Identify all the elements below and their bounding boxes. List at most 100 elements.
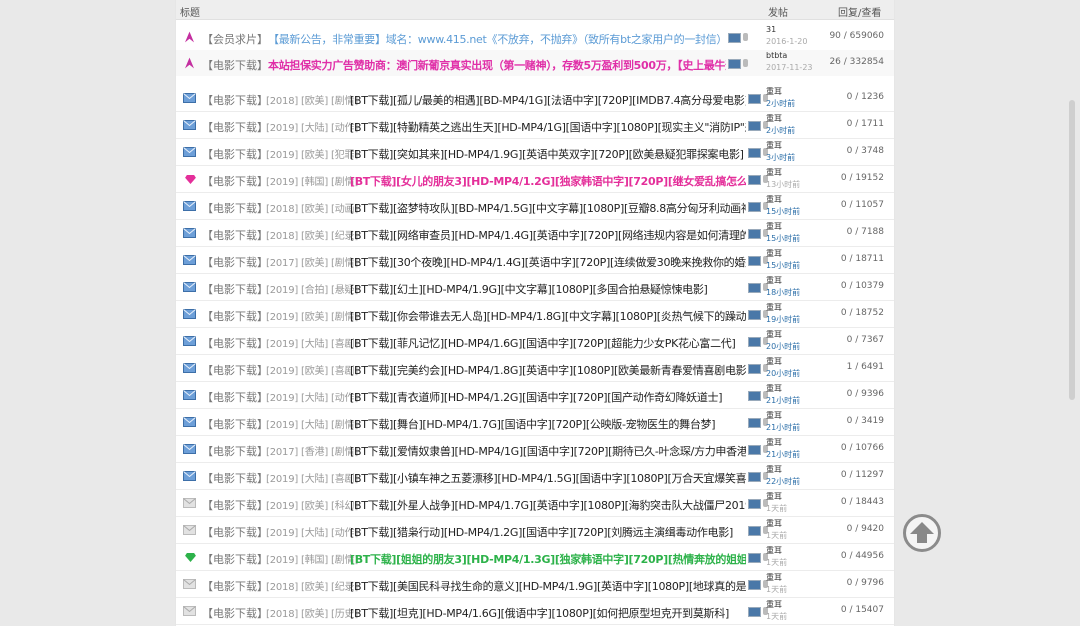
thread-title-link[interactable]: [BT下载][菲凡记忆][HD-MP4/1.6G][国语中字][720P][超能… — [350, 335, 746, 351]
thread-tags: [2019] [大陆] [喜剧] — [266, 474, 359, 485]
category-link[interactable]: 【电影下载】 — [202, 389, 268, 405]
scrollbar-thumb[interactable] — [1069, 100, 1075, 400]
category-link[interactable]: 【电影下载】 — [202, 524, 268, 540]
author-link[interactable]: 重耳 — [766, 329, 782, 340]
table-row[interactable]: 【电影下载】 [2017] [香港] [剧情] [BT下载][爱情奴隶兽][HD-M… — [176, 436, 894, 463]
thread-title-link[interactable]: 本站担保实力广告赞助商：澳门新葡京真实出现（第一赌神），存数5万盈利到500万，… — [268, 57, 726, 73]
table-row[interactable]: 【电影下载】 [2019] [韩国] [剧情] [BT下载][姐姐的朋友3][HD-… — [176, 544, 894, 571]
category-link[interactable]: 【电影下载】 — [202, 605, 268, 621]
author-link[interactable]: 重耳 — [766, 275, 782, 286]
thread-title-link[interactable]: [BT下载][孤儿/最美的相遇][BD-MP4/1G][法语中字][720P][… — [350, 92, 746, 108]
author-link[interactable]: 重耳 — [766, 113, 782, 124]
author-link[interactable]: 重耳 — [766, 599, 782, 610]
author-link[interactable]: 重耳 — [766, 356, 782, 367]
author-link[interactable]: 31 — [766, 25, 776, 34]
table-row[interactable]: 【电影下载】 [2018] [欧美] [历史] [BT下载][坦克][HD-MP4/… — [176, 598, 894, 625]
attachment-icon — [748, 418, 768, 431]
category-link[interactable]: 【电影下载】 — [202, 470, 268, 486]
category-link[interactable]: 【电影下载】 — [202, 254, 268, 270]
table-row[interactable]: 【电影下载】 [2019] [大陆] [喜剧] [BT下载][菲凡记忆][HD-MP… — [176, 328, 894, 355]
thread-title-link[interactable]: [BT下载][坦克][HD-MP4/1.6G][俄语中字][1080P][如何把… — [350, 605, 746, 621]
category-link[interactable]: 【电影下载】 — [202, 497, 268, 513]
thread-title-link[interactable]: [BT下载][幻土][HD-MP4/1.9G][中文字幕][1080P][多国合… — [350, 281, 746, 297]
author-link[interactable]: 重耳 — [766, 383, 782, 394]
thread-title-link[interactable]: 【最新公告，非常重要】域名：www.415.net《不放弃，不抛弃》（致所有bt… — [268, 31, 726, 47]
category-link[interactable]: 【会员求片】 — [202, 31, 268, 47]
category-link[interactable]: 【电影下载】 — [202, 551, 268, 567]
table-row[interactable]: 【电影下载】 [2019] [合拍] [悬疑] [BT下载][幻土][HD-MP4/… — [176, 274, 894, 301]
author-link[interactable]: 重耳 — [766, 518, 782, 529]
thread-title-link[interactable]: [BT下载][30个夜晚][HD-MP4/1.4G][英语中字][720P][连… — [350, 254, 746, 270]
author-link[interactable]: 重耳 — [766, 410, 782, 421]
thread-title-link[interactable]: [BT下载][女儿的朋友3][HD-MP4/1.2G][独家韩语中字][720P… — [350, 173, 746, 189]
category-link[interactable]: 【电影下载】 — [202, 578, 268, 594]
table-row[interactable]: 【电影下载】 [2019] [欧美] [喜剧] [BT下载][完美约会][HD-MP… — [176, 355, 894, 382]
attachment-icon — [748, 526, 768, 539]
author-link[interactable]: 重耳 — [766, 437, 782, 448]
table-row[interactable]: 【电影下载】 [2018] [欧美] [剧情] [BT下载][孤儿/最美的相遇][B… — [176, 85, 894, 112]
thread-title-link[interactable]: [BT下载][姐姐的朋友3][HD-MP4/1.3G][独家韩语中字][720P… — [350, 551, 746, 567]
author-link[interactable]: 重耳 — [766, 140, 782, 151]
author-link[interactable]: 重耳 — [766, 248, 782, 259]
author-link[interactable]: 重耳 — [766, 464, 782, 475]
category-link[interactable]: 【电影下载】 — [202, 308, 268, 324]
table-header: 标题 发帖 回复/查看 — [176, 0, 894, 20]
category-link[interactable]: 【电影下载】 — [202, 227, 268, 243]
thread-title-link[interactable]: [BT下载][盗梦特攻队][BD-MP4/1.5G][中文字幕][1080P][… — [350, 200, 746, 216]
category-link[interactable]: 【电影下载】 — [202, 335, 268, 351]
table-row[interactable]: 【电影下载】 [2019] [大陆] [动作] [BT下载][青衣道师][HD-MP… — [176, 382, 894, 409]
category-link[interactable]: 【电影下载】 — [202, 57, 268, 73]
author-link[interactable]: 重耳 — [766, 221, 782, 232]
table-row[interactable]: 【电影下载】 [2019] [欧美] [科幻] [BT下载][外星人战争][HD-M… — [176, 490, 894, 517]
thread-title-link[interactable]: [BT下载][美国民科寻找生命的意义][HD-MP4/1.9G][英语中字][1… — [350, 578, 746, 594]
category-link[interactable]: 【电影下载】 — [202, 362, 268, 378]
attachment-icon — [748, 499, 768, 512]
thread-title-link[interactable]: [BT下载][小镇车神之五菱漂移][HD-MP4/1.5G][国语中字][108… — [350, 470, 746, 486]
table-row[interactable]: 【电影下载】 [2019] [韩国] [剧情] [BT下载][女儿的朋友3][HD-… — [176, 166, 894, 193]
thread-title-link[interactable]: [BT下载][青衣道师][HD-MP4/1.2G][国语中字][720P][国产… — [350, 389, 746, 405]
author-link[interactable]: 重耳 — [766, 491, 782, 502]
category-link[interactable]: 【电影下载】 — [202, 92, 268, 108]
thread-title-link[interactable]: [BT下载][外星人战争][HD-MP4/1.7G][英语中字][1080P][… — [350, 497, 746, 513]
thread-title-link[interactable]: [BT下载][你会带谁去无人岛][HD-MP4/1.8G][中文字幕][1080… — [350, 308, 746, 324]
author-link[interactable]: btbta — [766, 51, 787, 60]
thread-title-link[interactable]: [BT下载][突如其来][HD-MP4/1.9G][英语中英双字][720P][… — [350, 146, 746, 162]
thread-title-link[interactable]: [BT下载][特勤精英之逃出生天][HD-MP4/1G][国语中字][1080P… — [350, 119, 746, 135]
post-time: 18小时前 — [766, 288, 801, 297]
table-row[interactable]: 【电影下载】 本站担保实力广告赞助商：澳门新葡京真实出现（第一赌神），存数5万盈利… — [176, 50, 894, 76]
table-row[interactable]: 【电影下载】 [2018] [欧美] [纪录] [BT下载][美国民科寻找生命的意义… — [176, 571, 894, 598]
category-link[interactable]: 【电影下载】 — [202, 173, 268, 189]
thread-title-link[interactable]: [BT下载][爱情奴隶兽][HD-MP4/1G][国语中字][720P][期待已… — [350, 443, 746, 459]
author-link[interactable]: 重耳 — [766, 572, 782, 583]
thread-title-link[interactable]: [BT下载][舞台][HD-MP4/1.7G][国语中字][720P][公映版-… — [350, 416, 746, 432]
post-time: 2小时前 — [766, 99, 796, 108]
category-link[interactable]: 【电影下载】 — [202, 443, 268, 459]
table-row[interactable]: 【电影下载】 [2018] [欧美] [动画] [BT下载][盗梦特攻队][BD-M… — [176, 193, 894, 220]
category-link[interactable]: 【电影下载】 — [202, 416, 268, 432]
table-row[interactable]: 【电影下载】 [2018] [欧美] [纪录] [BT下载][网络审查员][HD-M… — [176, 220, 894, 247]
category-link[interactable]: 【电影下载】 — [202, 146, 268, 162]
category-link[interactable]: 【电影下载】 — [202, 200, 268, 216]
category-link[interactable]: 【电影下载】 — [202, 119, 268, 135]
back-to-top-button[interactable] — [903, 514, 941, 552]
arrow-up-icon — [910, 522, 934, 543]
envelope-icon — [183, 255, 196, 265]
table-row[interactable]: 【电影下载】 [2019] [大陆] [动作] [BT下载][猎枭行动][HD-MP… — [176, 517, 894, 544]
author-link[interactable]: 重耳 — [766, 302, 782, 313]
thread-title-link[interactable]: [BT下载][完美约会][HD-MP4/1.8G][英语中字][1080P][欧… — [350, 362, 746, 378]
author-link[interactable]: 重耳 — [766, 194, 782, 205]
table-row[interactable]: 【电影下载】 [2019] [欧美] [剧情] [BT下载][你会带谁去无人岛][H… — [176, 301, 894, 328]
table-row[interactable]: 【电影下载】 [2019] [大陆] [动作] [BT下载][特勤精英之逃出生天][… — [176, 112, 894, 139]
table-row[interactable]: 【电影下载】 [2017] [欧美] [剧情] [BT下载][30个夜晚][HD-M… — [176, 247, 894, 274]
thread-title-link[interactable]: [BT下载][网络审查员][HD-MP4/1.4G][英语中字][720P][网… — [350, 227, 746, 243]
author-link[interactable]: 重耳 — [766, 545, 782, 556]
author-link[interactable]: 重耳 — [766, 86, 782, 97]
table-row[interactable]: 【电影下载】 [2019] [欧美] [犯罪] [BT下载][突如其来][HD-MP… — [176, 139, 894, 166]
reply-view-count: 0 / 11057 — [840, 200, 884, 210]
author-link[interactable]: 重耳 — [766, 167, 782, 178]
table-row[interactable]: 【电影下载】 [2019] [大陆] [喜剧] [BT下载][小镇车神之五菱漂移][… — [176, 463, 894, 490]
thread-title-link[interactable]: [BT下载][猎枭行动][HD-MP4/1.2G][国语中字][720P][刘腾… — [350, 524, 746, 540]
table-row[interactable]: 【电影下载】 [2019] [大陆] [剧情] [BT下载][舞台][HD-MP4/… — [176, 409, 894, 436]
category-link[interactable]: 【电影下载】 — [202, 281, 268, 297]
table-row[interactable]: 【会员求片】 【最新公告，非常重要】域名：www.415.net《不放弃，不抛弃》… — [176, 24, 894, 50]
